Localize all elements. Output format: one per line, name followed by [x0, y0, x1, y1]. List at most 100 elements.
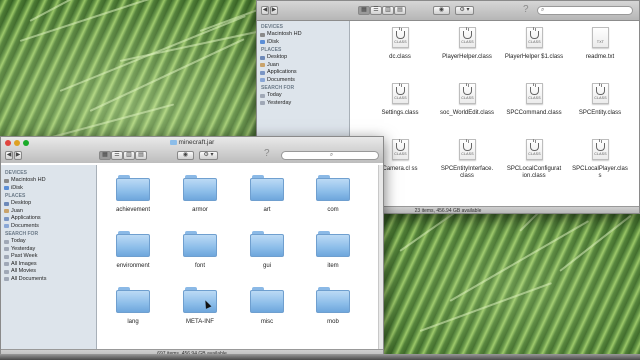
- file-item[interactable]: CLASS SPCCommand.class: [504, 83, 564, 135]
- sidebar-item-icon: [4, 224, 9, 228]
- sidebar-item-icon: [4, 254, 9, 259]
- folder-item[interactable]: gui: [237, 231, 297, 277]
- folder-item[interactable]: misc: [237, 287, 297, 333]
- back-file-grid: CLASS dc.class CLASS PlayerHelper.class CLAS…: [350, 21, 639, 207]
- file-item[interactable]: TXT readme.txt: [570, 27, 630, 79]
- folder-item[interactable]: armor: [170, 175, 230, 221]
- sidebar-item-macintosh-hd[interactable]: Macintosh HD: [257, 31, 349, 39]
- sidebar-item-past-week[interactable]: Past Week: [1, 253, 96, 261]
- sidebar-item-label: iDisk: [11, 184, 23, 191]
- file-type-label: CLASS: [594, 96, 607, 100]
- front-finder-window[interactable]: minecraft.jar ◀ ▶ ▦ ☰ ▥ ▤ ◉ ⚙ ▾ ? ⌕ DEVI…: [0, 136, 384, 358]
- back-search-input[interactable]: ⌕: [537, 6, 633, 15]
- sidebar-item-label: All Movies: [11, 268, 37, 274]
- sidebar-item-label: Desktop: [11, 200, 32, 206]
- back-view-column-button[interactable]: ▥: [382, 6, 394, 15]
- file-type-label: CLASS: [394, 96, 407, 100]
- sidebar-item-applications[interactable]: Applications: [1, 215, 96, 223]
- file-item[interactable]: CLASS SPCEntityInterface. class: [437, 139, 497, 191]
- folder-icon: [250, 287, 284, 313]
- java-class-file-icon: CLASS: [526, 83, 543, 104]
- back-help-icon[interactable]: ?: [523, 5, 529, 15]
- back-nav-back-button[interactable]: ◀: [261, 6, 269, 15]
- sidebar-item-yesterday[interactable]: Yesterday: [257, 100, 349, 108]
- back-view-coverflow-button[interactable]: ▤: [394, 6, 406, 15]
- sidebar-item-label: Yesterday: [11, 245, 36, 252]
- file-name-label: SPCEntity.class: [578, 110, 622, 116]
- folder-item[interactable]: font: [170, 231, 230, 277]
- file-item[interactable]: CLASS SPCEntity.class: [570, 83, 630, 135]
- file-name-label: soc_WorldEdit.class: [440, 110, 494, 116]
- sidebar-item-macintosh-hd[interactable]: Macintosh HD: [1, 177, 96, 185]
- file-item[interactable]: CLASS SPCLocalPlayer.clas s: [570, 139, 630, 191]
- folder-icon: [116, 175, 150, 201]
- folder-item[interactable]: item: [303, 231, 363, 277]
- sidebar-item-juan[interactable]: Juan: [257, 62, 349, 70]
- sidebar-item-icon: [4, 201, 9, 206]
- folder-item[interactable]: art: [237, 175, 297, 221]
- java-class-file-icon: CLASS: [526, 27, 543, 48]
- front-scrollbar[interactable]: [378, 165, 383, 351]
- sidebar-item-today[interactable]: Today: [257, 92, 349, 100]
- folder-item[interactable]: environment: [103, 231, 163, 277]
- sidebar-item-all-movies[interactable]: All Movies: [1, 268, 96, 276]
- front-view-column-button[interactable]: ▥: [123, 151, 135, 160]
- file-item[interactable]: CLASS PlayerHelper $1.class: [504, 27, 564, 79]
- back-quicklook-button[interactable]: ◉: [433, 6, 450, 15]
- back-view-icon-button[interactable]: ▦: [358, 6, 370, 15]
- front-search-input[interactable]: ⌕: [281, 151, 379, 160]
- sidebar-item-yesterday[interactable]: Yesterday: [1, 246, 96, 254]
- front-view-icon-button[interactable]: ▦: [99, 151, 111, 160]
- front-help-icon[interactable]: ?: [264, 149, 270, 159]
- java-class-file-icon: CLASS: [392, 83, 409, 104]
- sidebar-item-all-images[interactable]: All Images: [1, 261, 96, 269]
- back-view-list-button[interactable]: ☰: [370, 6, 382, 15]
- folder-icon: [250, 231, 284, 257]
- file-name-label: SPCLocalConfigurat ion.class: [506, 166, 562, 179]
- front-quicklook-button[interactable]: ◉: [177, 151, 194, 160]
- folder-item[interactable]: achievement: [103, 175, 163, 221]
- sidebar-item-idisk[interactable]: iDisk: [257, 39, 349, 47]
- text-document-icon: TXT: [592, 27, 609, 48]
- sidebar-section-heading: PLACES: [261, 47, 282, 53]
- front-nav-back-button[interactable]: ◀: [5, 151, 13, 160]
- folder-body: [183, 178, 217, 201]
- file-name-label: PlayerHelper $1.class: [504, 54, 564, 60]
- sidebar-item-icon: [4, 269, 9, 274]
- coffee-cup-icon: [396, 27, 405, 39]
- front-view-list-button[interactable]: ☰: [111, 151, 123, 160]
- sidebar-item-desktop[interactable]: Desktop: [257, 54, 349, 62]
- folder-name-label: font: [194, 263, 205, 269]
- file-type-label: CLASS: [594, 152, 607, 156]
- folder-body: [250, 178, 284, 201]
- back-action-gear-button[interactable]: ⚙ ▾: [455, 6, 474, 15]
- file-item[interactable]: CLASS dc.class: [370, 27, 430, 79]
- file-item[interactable]: CLASS Settings.class: [370, 83, 430, 135]
- sidebar-item-icon: [260, 55, 265, 60]
- sidebar-section-heading: DEVICES: [5, 170, 27, 176]
- front-view-coverflow-button[interactable]: ▤: [135, 151, 147, 160]
- front-action-gear-button[interactable]: ⚙ ▾: [199, 151, 218, 160]
- sidebar-item-juan[interactable]: Juan: [1, 208, 96, 216]
- sidebar-item-documents[interactable]: Documents: [257, 77, 349, 85]
- sidebar-item-all-documents[interactable]: All Documents: [1, 276, 96, 284]
- file-item[interactable]: CLASS PlayerHelper.class: [437, 27, 497, 79]
- sidebar-section-heading: SEARCH FOR: [261, 85, 295, 91]
- java-class-file-icon: CLASS: [526, 139, 543, 160]
- sidebar-item-documents[interactable]: Documents: [1, 223, 96, 231]
- sidebar-item-today[interactable]: Today: [1, 238, 96, 246]
- folder-item[interactable]: lang: [103, 287, 163, 333]
- back-nav-forward-button[interactable]: ▶: [270, 6, 278, 15]
- file-item[interactable]: CLASS SPCLocalConfigurat ion.class: [504, 139, 564, 191]
- file-name-label: readme.txt: [585, 54, 615, 60]
- file-name-label: SPCLocalPlayer.clas s: [572, 166, 628, 179]
- file-item[interactable]: CLASS soc_WorldEdit.class: [437, 83, 497, 135]
- folder-item[interactable]: META-INF: [170, 287, 230, 333]
- front-nav-forward-button[interactable]: ▶: [14, 151, 22, 160]
- folder-icon: [250, 175, 284, 201]
- sidebar-item-applications[interactable]: Applications: [257, 69, 349, 77]
- sidebar-item-idisk[interactable]: iDisk: [1, 185, 96, 193]
- folder-item[interactable]: mob: [303, 287, 363, 333]
- folder-item[interactable]: com: [303, 175, 363, 221]
- sidebar-item-desktop[interactable]: Desktop: [1, 200, 96, 208]
